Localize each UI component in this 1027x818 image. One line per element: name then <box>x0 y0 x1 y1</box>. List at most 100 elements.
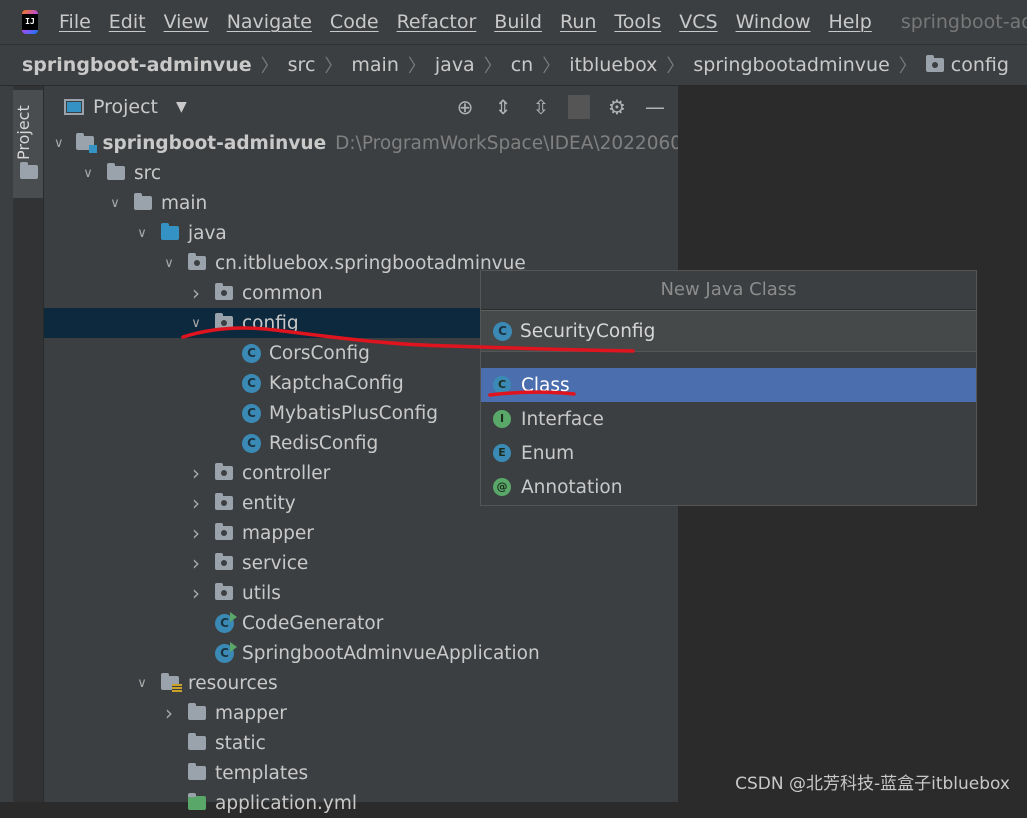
project-view-selector[interactable]: Project <box>93 96 158 118</box>
class-name-input[interactable]: C SecurityConfig <box>481 310 976 352</box>
tree-row[interactable]: ›application.yml <box>44 788 678 818</box>
chevron-right-icon[interactable]: › <box>189 461 203 485</box>
package-folder-icon <box>925 55 944 72</box>
gear-icon[interactable]: ⚙ <box>606 95 628 119</box>
menu-code[interactable]: Code <box>330 11 379 33</box>
class-name-value[interactable]: SecurityConfig <box>520 321 655 342</box>
menu-file[interactable]: File <box>59 11 91 33</box>
package-icon <box>215 553 233 570</box>
tree-row[interactable]: ›CSpringbootAdminvueApplication <box>44 638 678 668</box>
new-java-class-popup: New Java Class C SecurityConfig C Class I I… <box>480 270 977 506</box>
menu-edit[interactable]: Edit <box>109 11 146 33</box>
chevron-right-icon: 〉 <box>260 56 279 77</box>
breadcrumb-item-src[interactable]: src <box>288 54 316 76</box>
chevron-right-icon[interactable]: › <box>189 281 203 305</box>
kind-option-annotation[interactable]: @ Annotation <box>481 470 976 504</box>
menu-run[interactable]: Run <box>560 11 596 33</box>
locate-file-icon[interactable]: ⊕ <box>454 95 476 119</box>
breadcrumb-item-java[interactable]: java <box>435 54 475 76</box>
breadcrumb-item-config[interactable]: config <box>951 54 1009 76</box>
tree-row[interactable]: ∨ main <box>44 188 678 218</box>
enum-kind-icon: E <box>493 444 511 462</box>
window-edge <box>0 86 13 802</box>
class-icon: C <box>242 343 261 363</box>
kind-option-interface[interactable]: I Interface <box>481 402 976 436</box>
tree-row[interactable]: ›templates <box>44 758 678 788</box>
folder-icon <box>188 763 206 780</box>
tree-item-label: MybatisPlusConfig <box>269 402 439 424</box>
project-tool-tab-label[interactable]: Project <box>14 105 33 160</box>
breadcrumb-item-itbluebox[interactable]: itbluebox <box>569 54 657 76</box>
tree-row[interactable]: ∨ springboot-adminvue D:\ProgramWorkSpace\… <box>44 128 721 158</box>
package-icon <box>215 523 233 540</box>
class-icon: C <box>242 373 261 393</box>
chevron-down-icon[interactable]: ∨ <box>189 316 203 331</box>
tree-item-label: CorsConfig <box>269 342 370 364</box>
chevron-down-icon[interactable]: ∨ <box>135 226 149 241</box>
breadcrumb-item-main[interactable]: main <box>351 54 398 76</box>
chevron-right-icon[interactable]: › <box>162 701 176 725</box>
dropdown-arrow-icon[interactable]: ▼ <box>176 99 187 115</box>
kind-option-enum[interactable]: E Enum <box>481 436 976 470</box>
chevron-down-icon[interactable]: ∨ <box>81 166 95 181</box>
package-icon <box>215 463 233 480</box>
tree-item-label: templates <box>215 762 309 784</box>
tree-row[interactable]: ›CCodeGenerator <box>44 608 678 638</box>
menu-vcs[interactable]: VCS <box>679 11 717 33</box>
class-icon: C <box>493 321 512 341</box>
tree-item-label: main <box>161 192 208 214</box>
tree-item-label: application.yml <box>215 792 358 814</box>
folder-icon <box>20 162 38 179</box>
tree-row[interactable]: ∨ java <box>44 218 678 248</box>
expand-all-icon[interactable]: ⇕ <box>492 95 514 119</box>
tree-item-label: config <box>242 312 299 334</box>
menu-refactor[interactable]: Refactor <box>397 11 477 33</box>
breadcrumb-item-springbootadminvue[interactable]: springbootadminvue <box>693 54 889 76</box>
tree-row[interactable]: › mapper <box>44 698 678 728</box>
tree-item-label: java <box>188 222 227 244</box>
tree-item-label: RedisConfig <box>269 432 379 454</box>
menu-help[interactable]: Help <box>828 11 871 33</box>
chevron-down-icon[interactable]: ∨ <box>108 196 122 211</box>
source-folder-icon <box>161 223 179 240</box>
breadcrumb: springboot-adminvue 〉 src 〉 main 〉 java … <box>0 44 1027 86</box>
class-icon: C <box>242 433 261 453</box>
tree-row[interactable]: › mapper <box>44 518 678 548</box>
tree-row[interactable]: › service <box>44 548 678 578</box>
tree-item-label: SpringbootAdminvueApplication <box>242 642 540 664</box>
chevron-down-icon[interactable]: ∨ <box>162 256 176 271</box>
chevron-right-icon[interactable]: › <box>189 491 203 515</box>
tree-item-label: mapper <box>215 702 287 724</box>
tree-item-label: KaptchaConfig <box>269 372 404 394</box>
package-icon <box>215 313 233 330</box>
tree-row[interactable]: ∨ src <box>44 158 678 188</box>
menu-build[interactable]: Build <box>494 11 542 33</box>
tree-row[interactable]: ∨ resources <box>44 668 678 698</box>
menu-view[interactable]: View <box>164 11 209 33</box>
interface-kind-icon: I <box>493 410 511 428</box>
watermark: CSDN @北芳科技-蓝盒子itbluebox <box>735 774 1010 794</box>
breadcrumb-item-cn[interactable]: cn <box>511 54 534 76</box>
chevron-right-icon[interactable]: › <box>189 521 203 545</box>
tree-row[interactable]: › utils <box>44 578 678 608</box>
chevron-right-icon: 〉 <box>483 56 502 77</box>
chevron-down-icon[interactable]: ∨ <box>54 136 64 151</box>
tree-row[interactable]: ›static <box>44 728 678 758</box>
chevron-right-icon: 〉 <box>666 56 685 77</box>
chevron-right-icon[interactable]: › <box>189 551 203 575</box>
menu-navigate[interactable]: Navigate <box>227 11 312 33</box>
tree-item-label: controller <box>242 462 331 484</box>
menu-tools[interactable]: Tools <box>614 11 661 33</box>
tree-item-label: resources <box>188 672 278 694</box>
hide-panel-icon[interactable]: — <box>644 95 666 119</box>
chevron-right-icon: 〉 <box>898 56 917 77</box>
breadcrumb-item-project[interactable]: springboot-adminvue <box>22 54 252 76</box>
chevron-right-icon[interactable]: › <box>189 581 203 605</box>
chevron-down-icon[interactable]: ∨ <box>135 676 149 691</box>
kind-option-class[interactable]: C Class <box>481 368 976 402</box>
folder-icon <box>107 163 125 180</box>
tree-item-label: src <box>134 162 162 184</box>
collapse-all-icon[interactable]: ⇳ <box>530 95 552 119</box>
menu-window[interactable]: Window <box>736 11 811 33</box>
annotation-kind-icon: @ <box>493 478 511 496</box>
